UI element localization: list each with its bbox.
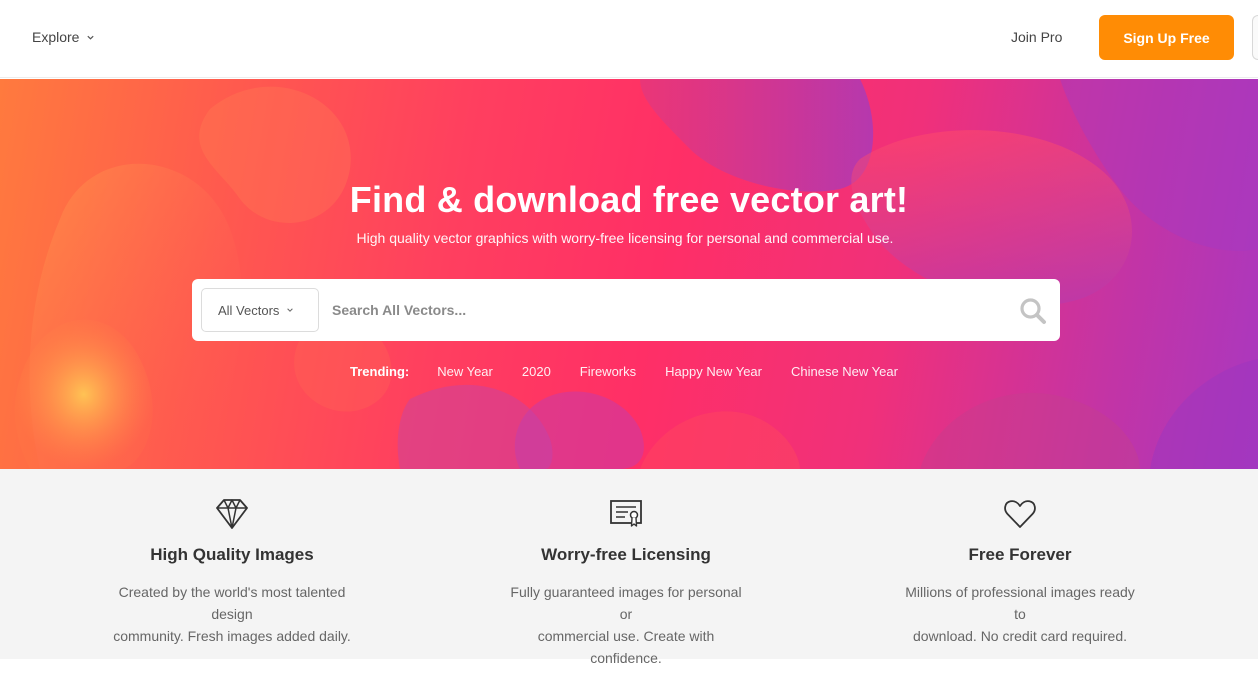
explore-label: Explore: [32, 29, 80, 45]
hero-banner: Find & download free vector art! High qu…: [0, 79, 1258, 469]
diamond-icon: [216, 499, 248, 529]
trending-link[interactable]: Chinese New Year: [791, 364, 898, 379]
join-pro-link[interactable]: Join Pro: [1011, 29, 1062, 45]
feature-desc-line: Fully guaranteed images for personal or: [510, 584, 742, 622]
cropped-button-edge[interactable]: [1252, 15, 1258, 60]
chevron-down-icon: [287, 308, 294, 312]
feature-description: Fully guaranteed images for personal or …: [506, 581, 746, 669]
trending-link[interactable]: 2020: [522, 364, 551, 379]
search-input[interactable]: [332, 293, 1002, 327]
hero-title: Find & download free vector art!: [349, 179, 909, 220]
feature-desc-line: commercial use. Create with confidence.: [537, 628, 715, 666]
trending-link[interactable]: Happy New Year: [665, 364, 762, 379]
feature-desc-line: download. No credit card required.: [912, 628, 1127, 644]
feature-title: Free Forever: [968, 545, 1072, 564]
abstract-blob-background: [14, 79, 1258, 469]
trending-row: Trending: New Year 2020 Fireworks Happy …: [350, 364, 927, 379]
features-section: High Quality Images Created by the world…: [0, 469, 1258, 666]
search-type-dropdown[interactable]: All Vectors: [201, 288, 319, 332]
trending-link[interactable]: New Year: [437, 364, 493, 379]
explore-menu[interactable]: Explore: [32, 29, 95, 45]
chevron-down-icon: [87, 35, 95, 40]
certificate-icon: [610, 500, 642, 527]
search-type-value: All Vectors: [218, 302, 280, 318]
search-icon[interactable]: [1018, 296, 1048, 326]
sign-up-button[interactable]: Sign Up Free: [1099, 15, 1234, 60]
feature-desc-line: community. Fresh images added daily.: [113, 628, 351, 644]
feature-desc-line: Created by the world's most talented des…: [118, 584, 346, 622]
top-nav: Explore Join Pro Sign Up Free: [0, 0, 1258, 78]
feature-title: High Quality Images: [150, 545, 314, 564]
search-bar: All Vectors: [192, 279, 1060, 341]
feature-title: Worry-free Licensing: [541, 545, 711, 564]
trending-link[interactable]: Fireworks: [580, 364, 636, 379]
heart-icon: [1004, 500, 1036, 528]
feature-description: Millions of professional images ready to…: [900, 581, 1140, 647]
trending-label: Trending:: [350, 364, 410, 379]
feature-desc-line: Millions of professional images ready to: [905, 584, 1135, 622]
feature-description: Created by the world's most talented des…: [112, 581, 352, 647]
hero-subtitle: High quality vector graphics with worry-…: [356, 230, 894, 246]
